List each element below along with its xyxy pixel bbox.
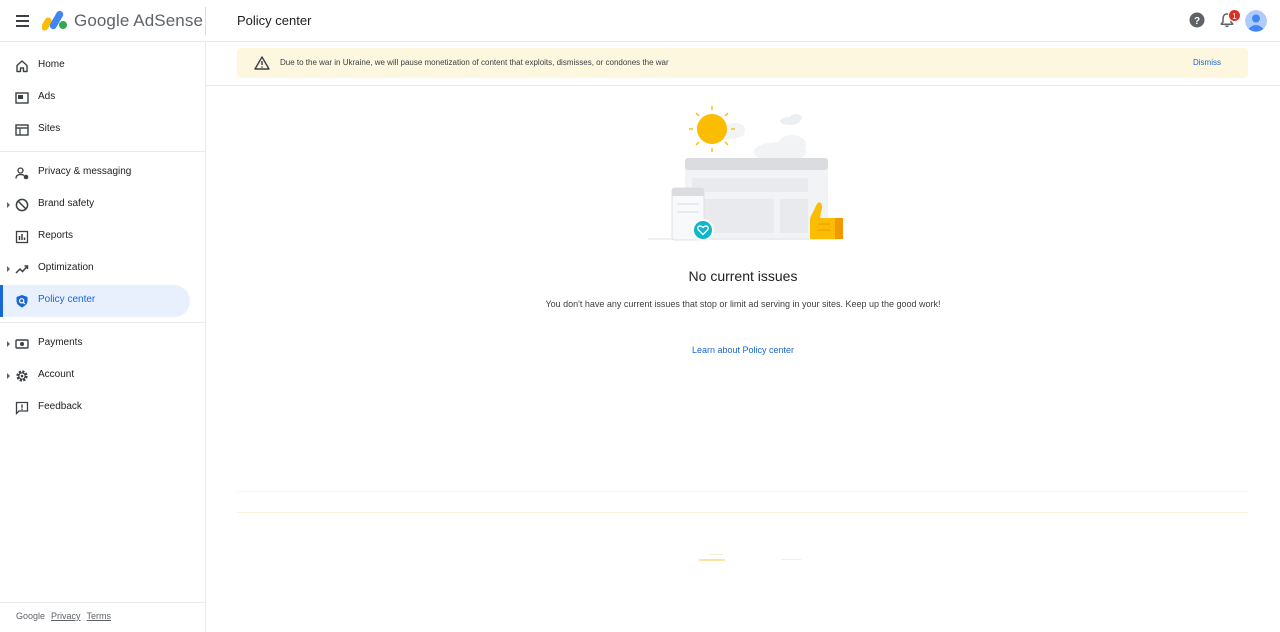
sidebar-item-label: Ads xyxy=(38,91,56,102)
sidebar-item-label: Sites xyxy=(38,123,61,134)
top-app-bar: Google AdSense Policy center ? 1 xyxy=(0,0,1280,42)
main-menu-button[interactable] xyxy=(13,11,33,31)
sidebar-item-label: Account xyxy=(38,369,75,380)
learn-policy-center-link[interactable]: Learn about Policy center xyxy=(640,345,846,355)
loading-placeholder-dash xyxy=(709,554,723,555)
account-gear-icon xyxy=(16,370,28,382)
announcement-banner: Due to the war in Ukraine, we will pause… xyxy=(237,48,1248,78)
sidebar-item-label: Home xyxy=(38,59,65,70)
svg-text:?: ? xyxy=(1194,16,1200,27)
footer-terms-link[interactable]: Terms xyxy=(87,611,112,621)
footer-google: Google xyxy=(16,611,46,621)
sidebar-item-label: Feedback xyxy=(38,401,82,412)
sidebar-item-feedback[interactable]: Feedback xyxy=(0,392,190,424)
no-issues-illustration xyxy=(648,106,843,241)
expand-caret-icon xyxy=(7,202,10,208)
dismiss-button[interactable]: Dismiss xyxy=(1193,58,1221,67)
loading-placeholder-dash xyxy=(781,559,801,560)
page-title: Policy center xyxy=(237,13,312,28)
sidebar-item-label: Reports xyxy=(38,230,74,241)
active-indicator xyxy=(0,285,3,317)
sidebar-nav: Home Ads Sites Privacy & messaging Brand… xyxy=(0,42,206,632)
empty-state-description: You don't have any current issues that s… xyxy=(545,299,941,309)
header-divider xyxy=(205,7,206,35)
loading-placeholder-dash xyxy=(699,559,725,561)
adsense-logo-icon xyxy=(42,10,67,31)
sidebar-divider xyxy=(0,151,205,152)
notification-count-badge: 1 xyxy=(1228,9,1241,22)
sidebar-item-reports[interactable]: Reports xyxy=(0,221,190,253)
account-avatar-icon[interactable] xyxy=(1245,10,1267,32)
feedback-icon xyxy=(15,401,29,415)
sidebar-item-brand-safety[interactable]: Brand safety xyxy=(0,189,190,221)
sidebar-item-sites[interactable]: Sites xyxy=(0,114,190,146)
loading-placeholder-line xyxy=(237,491,1248,492)
sidebar-item-payments[interactable]: Payments xyxy=(0,328,190,360)
sidebar-divider xyxy=(0,322,205,323)
reports-icon xyxy=(15,230,29,244)
help-icon[interactable]: ? xyxy=(1189,12,1205,28)
sidebar-item-ads[interactable]: Ads xyxy=(0,82,190,114)
loading-placeholder-line xyxy=(237,512,1248,513)
home-icon xyxy=(16,60,28,73)
payments-icon xyxy=(15,339,29,349)
optimization-icon xyxy=(15,265,29,274)
brand-safety-icon xyxy=(15,198,29,212)
sidebar-item-label: Policy center xyxy=(38,294,96,305)
sites-icon xyxy=(15,124,29,136)
empty-state-title: No current issues xyxy=(688,268,798,284)
content-divider xyxy=(206,85,1280,86)
sidebar-item-account[interactable]: Account xyxy=(0,360,190,392)
ads-icon xyxy=(15,92,29,104)
privacy-icon xyxy=(15,167,29,180)
sidebar-item-label: Payments xyxy=(38,337,83,348)
banner-message: Due to the war in Ukraine, we will pause… xyxy=(280,58,669,67)
sidebar-divider xyxy=(0,602,205,603)
expand-caret-icon xyxy=(7,373,10,379)
sidebar-item-label: Privacy & messaging xyxy=(38,166,132,177)
sidebar-item-label: Optimization xyxy=(38,262,94,273)
brand-name: Google AdSense xyxy=(74,11,203,30)
sidebar-item-privacy-messaging[interactable]: Privacy & messaging xyxy=(0,157,190,189)
warning-icon xyxy=(254,56,270,70)
sidebar-footer: Google Privacy Terms xyxy=(16,611,111,621)
expand-caret-icon xyxy=(7,341,10,347)
footer-privacy-link[interactable]: Privacy xyxy=(51,611,81,621)
sidebar-item-optimization[interactable]: Optimization xyxy=(0,253,190,285)
sidebar-item-policy-center[interactable]: Policy center xyxy=(0,285,190,317)
policy-shield-icon xyxy=(16,295,28,308)
sidebar-item-home[interactable]: Home xyxy=(0,50,190,82)
sidebar-item-label: Brand safety xyxy=(38,198,95,209)
expand-caret-icon xyxy=(7,266,10,272)
